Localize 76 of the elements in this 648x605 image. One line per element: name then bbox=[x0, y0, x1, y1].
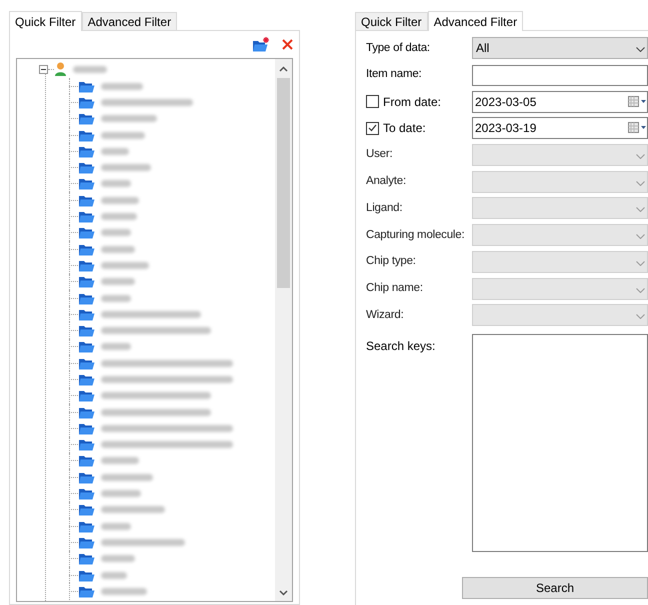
scrollbar[interactable] bbox=[275, 59, 292, 601]
folder-icon bbox=[78, 536, 95, 549]
input-field[interactable] bbox=[472, 64, 648, 86]
folder-icon bbox=[78, 96, 95, 109]
folder-icon bbox=[78, 356, 95, 370]
checkbox[interactable] bbox=[366, 95, 379, 108]
field-label: Analyte: bbox=[366, 174, 407, 190]
folder-icon bbox=[78, 552, 95, 566]
folder-icon bbox=[78, 568, 95, 582]
dropdown[interactable]: All bbox=[472, 37, 648, 60]
collapse-toggle[interactable] bbox=[39, 65, 48, 74]
folder-icon bbox=[78, 292, 95, 304]
folder-icon bbox=[78, 242, 95, 256]
tab[interactable]: Advanced Filter bbox=[428, 11, 524, 31]
folder-icon bbox=[78, 470, 95, 484]
folder-icon bbox=[78, 226, 95, 240]
field-label: Search keys: bbox=[366, 338, 436, 355]
calendar-icon[interactable] bbox=[628, 96, 647, 107]
user-icon bbox=[54, 62, 67, 77]
folder-icon bbox=[78, 210, 95, 224]
chevron-down-icon bbox=[636, 314, 645, 320]
folder-icon bbox=[78, 128, 95, 142]
date-field[interactable]: 2023-03-05 bbox=[472, 90, 648, 113]
folder-icon bbox=[78, 308, 95, 321]
folder-icon bbox=[78, 422, 95, 435]
folder-icon bbox=[78, 372, 95, 386]
folder-icon bbox=[78, 406, 95, 419]
field-label: Capturing molecule: bbox=[366, 228, 466, 243]
search-keys-field[interactable] bbox=[472, 334, 648, 552]
folder-icon bbox=[78, 324, 95, 338]
chevron-down-icon bbox=[636, 234, 645, 240]
field-label: Chip type: bbox=[366, 254, 417, 270]
chevron-down-icon bbox=[636, 47, 645, 52]
folder-icon bbox=[78, 144, 95, 158]
folder-icon bbox=[78, 487, 95, 500]
field-label: To date: bbox=[383, 120, 426, 138]
field-label: Wizard: bbox=[366, 308, 405, 323]
tab[interactable]: Quick Filter bbox=[355, 12, 428, 30]
chevron-down-icon bbox=[636, 154, 645, 160]
close-icon[interactable] bbox=[282, 39, 293, 50]
scroll-thumb[interactable] bbox=[277, 78, 290, 288]
folder-icon bbox=[78, 503, 95, 516]
folder-icon bbox=[78, 275, 95, 288]
folder-icon bbox=[78, 80, 95, 93]
folder-icon bbox=[78, 194, 95, 207]
dropdown-value: All bbox=[476, 40, 490, 58]
folder-icon bbox=[78, 340, 95, 354]
date-field[interactable]: 2023-03-19 bbox=[472, 117, 648, 140]
new-folder-icon[interactable] bbox=[252, 37, 270, 52]
chevron-down-icon bbox=[636, 288, 645, 293]
folder-icon bbox=[78, 258, 95, 272]
field-label: Chip name: bbox=[366, 280, 424, 296]
tab[interactable]: Advanced Filter bbox=[82, 12, 178, 30]
search-button[interactable]: Search bbox=[462, 576, 648, 599]
folder-icon bbox=[78, 389, 95, 402]
checkbox[interactable] bbox=[366, 122, 379, 135]
minus-icon bbox=[41, 67, 46, 72]
calendar-icon[interactable] bbox=[628, 122, 647, 134]
folder-icon bbox=[78, 112, 95, 126]
folder-icon bbox=[78, 438, 95, 452]
chevron-down-icon bbox=[636, 260, 645, 266]
field-label: Ligand: bbox=[366, 200, 404, 216]
scroll-up-icon[interactable] bbox=[279, 66, 288, 72]
field-label: From date: bbox=[383, 94, 442, 111]
scroll-down-icon[interactable] bbox=[279, 590, 288, 596]
chevron-down-icon bbox=[636, 180, 645, 186]
tab[interactable]: Quick Filter bbox=[9, 11, 82, 31]
folder-icon bbox=[78, 161, 95, 174]
field-label: User: bbox=[366, 147, 394, 162]
folder-icon bbox=[78, 520, 95, 533]
folder-icon bbox=[78, 584, 95, 598]
field-label: Item name: bbox=[366, 67, 423, 82]
field-label: Type of data: bbox=[366, 40, 431, 56]
folder-icon bbox=[78, 454, 95, 468]
folder-icon bbox=[78, 177, 95, 190]
chevron-down-icon bbox=[636, 207, 645, 212]
